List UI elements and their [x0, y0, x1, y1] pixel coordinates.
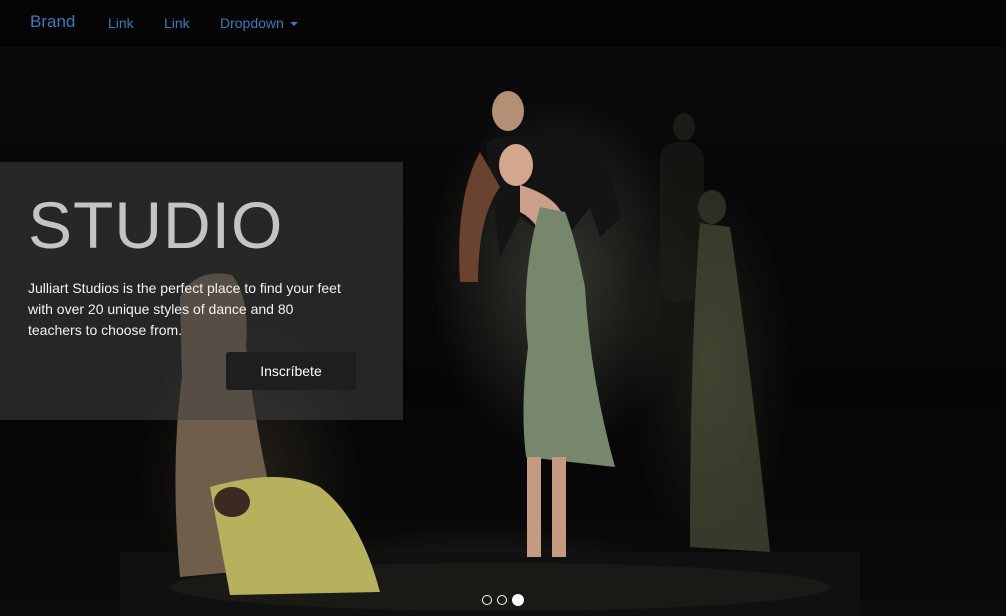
nav-dropdown-toggle[interactable]: Dropdown — [220, 15, 298, 31]
background-dancers — [660, 113, 770, 552]
navbar: Brand Link Link Dropdown — [0, 0, 1006, 48]
carousel-caption: STUDIO Julliart Studios is the perfect p… — [0, 162, 403, 420]
carousel-indicator-3[interactable] — [512, 593, 524, 606]
carousel-description: Julliart Studios is the perfect place to… — [28, 280, 341, 338]
nav-link-1[interactable]: Link — [108, 15, 134, 31]
main-dancers — [459, 91, 622, 557]
carousel-indicator-2[interactable] — [497, 594, 507, 605]
carousel-title: STUDIO — [28, 188, 284, 262]
carousel: STUDIO Julliart Studios is the perfect p… — [0, 47, 1006, 616]
carousel-indicator-1[interactable] — [482, 594, 492, 605]
nav-dropdown-label: Dropdown — [220, 15, 284, 31]
signup-button[interactable]: Inscríbete — [226, 352, 356, 390]
caret-down-icon — [289, 22, 298, 27]
carousel-indicators — [482, 591, 529, 606]
brand-link[interactable]: Brand — [30, 12, 75, 32]
nav-link-2[interactable]: Link — [164, 15, 190, 31]
